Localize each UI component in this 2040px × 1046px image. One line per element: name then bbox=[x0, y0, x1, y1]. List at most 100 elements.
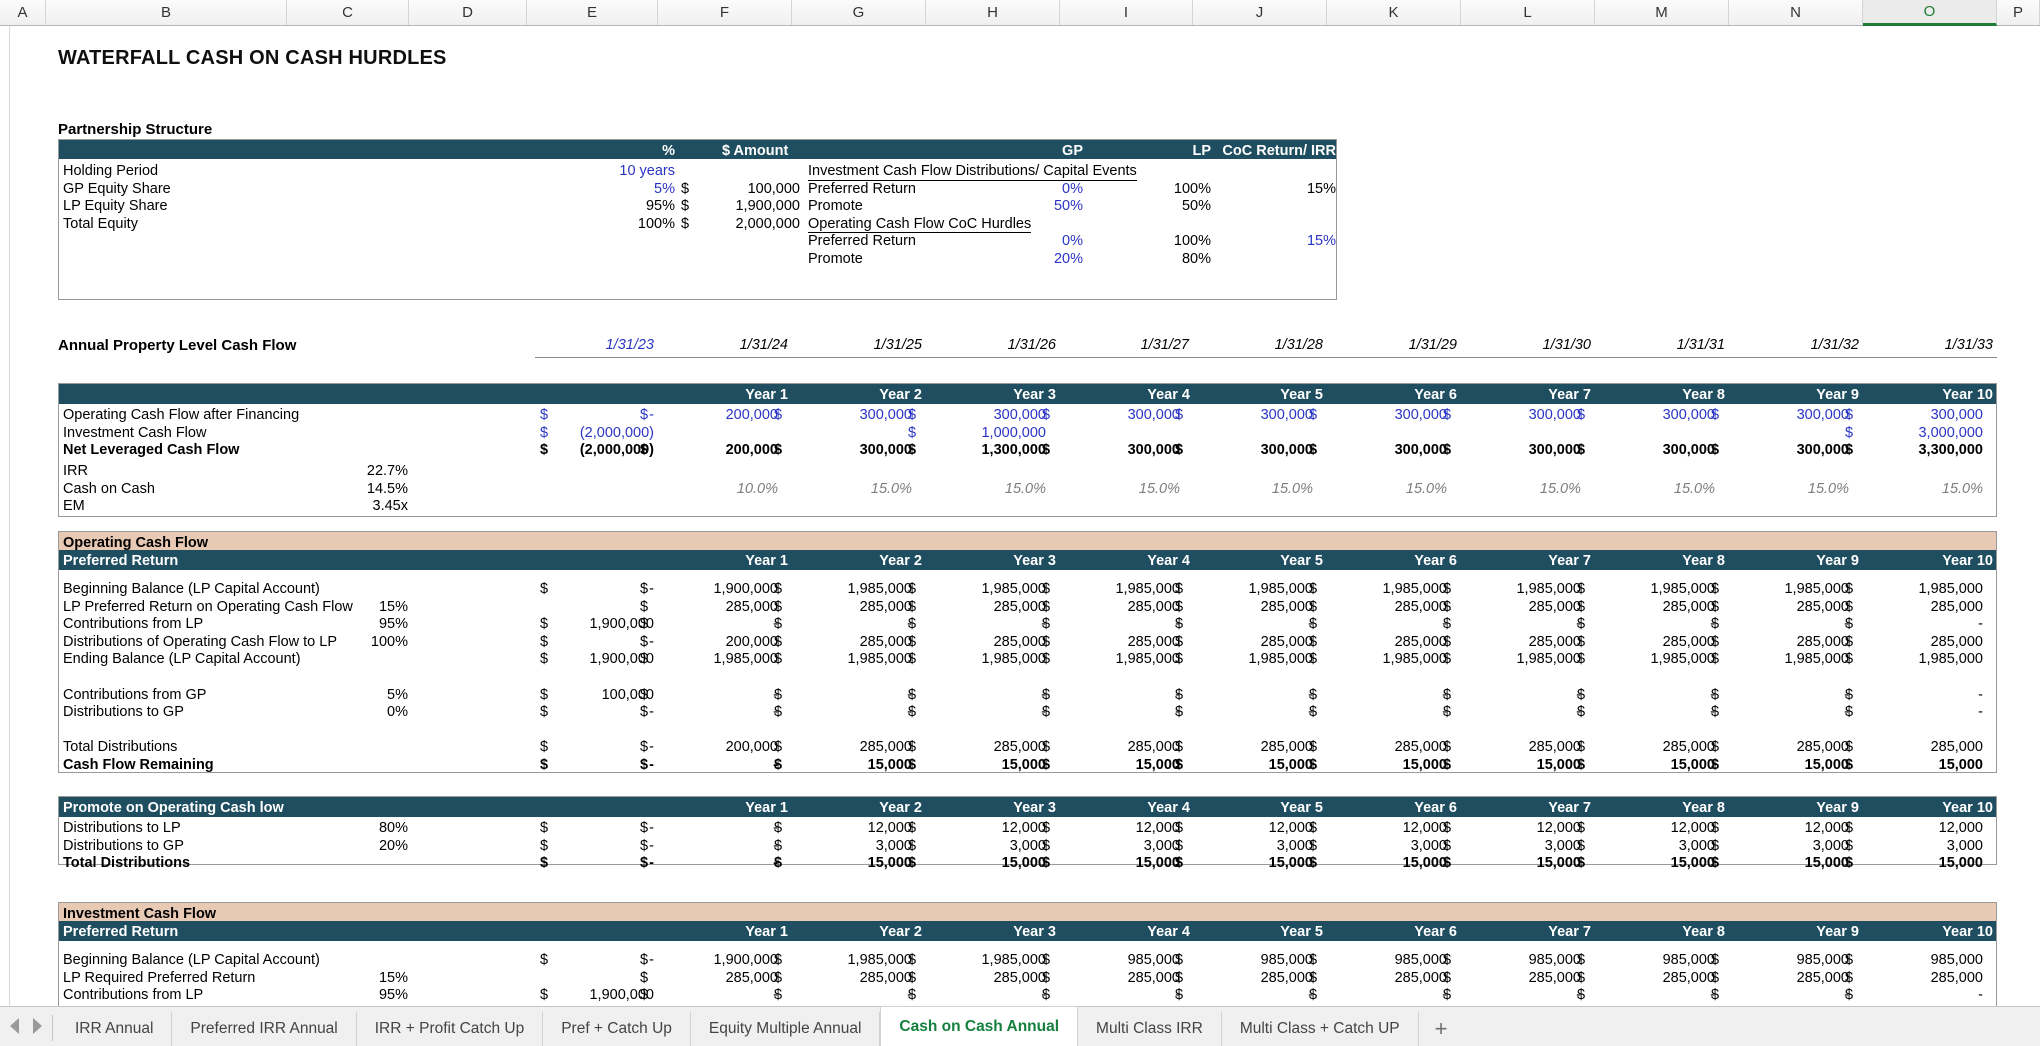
sheet-tab-multi-class-irr[interactable]: Multi Class IRR bbox=[1078, 1012, 1222, 1046]
column-header-p[interactable]: P bbox=[1997, 0, 2040, 25]
operating-cell: 1,985,000 bbox=[1248, 581, 1313, 597]
partnership-row-amount: 1,900,000 bbox=[735, 198, 800, 215]
operating-cell: - bbox=[773, 757, 778, 773]
column-header-j[interactable]: J bbox=[1193, 0, 1327, 25]
column-header-e[interactable]: E bbox=[527, 0, 658, 25]
column-header-d[interactable]: D bbox=[409, 0, 527, 25]
operating-cell: - bbox=[1978, 686, 1983, 703]
operating-year-header: Year 9 bbox=[1816, 553, 1859, 569]
cashflow-cell-currency: $ bbox=[1309, 407, 1318, 423]
sheet-tab-equity-multiple-annual[interactable]: Equity Multiple Annual bbox=[690, 1012, 881, 1046]
cashflow-cell-currency: $ bbox=[1443, 442, 1452, 459]
cashflow-cell-currency: $ bbox=[1577, 407, 1586, 423]
partnership-row-dollar: $ bbox=[681, 215, 690, 232]
operating-cell: 15,000 bbox=[1402, 757, 1447, 773]
cashflow-cell-currency: $ bbox=[1309, 442, 1318, 459]
sheet-tab-bar[interactable]: IRR Annual Preferred IRR Annual IRR + Prof… bbox=[0, 1006, 2040, 1046]
partnership-col-lp-header: LP bbox=[1192, 143, 1211, 159]
promote-cell-currency: $ bbox=[1309, 837, 1318, 854]
operating-cell-y0: 100,000 bbox=[601, 686, 654, 703]
operating-cell-currency: $ bbox=[1577, 616, 1586, 633]
cashflow-cell: 300,000 bbox=[1796, 442, 1849, 459]
operating-cashflow-banner-bar bbox=[59, 532, 1996, 550]
operating-cell-y0: - bbox=[649, 757, 654, 773]
sheet-tab-preferred-irr-annual[interactable]: Preferred IRR Annual bbox=[172, 1012, 357, 1046]
operating-row-label: Distributions to GP bbox=[63, 704, 184, 721]
investment-cell: 285,000 bbox=[859, 969, 912, 986]
column-header-h[interactable]: H bbox=[926, 0, 1060, 25]
sheet-tab-pref-catch-up[interactable]: Pref + Catch Up bbox=[543, 1012, 691, 1046]
nav-previous-sheet-icon[interactable] bbox=[10, 1018, 19, 1034]
promote-cell-currency: $ bbox=[908, 855, 917, 872]
column-header-f[interactable]: F bbox=[658, 0, 792, 25]
investment-cell: 285,000 bbox=[993, 969, 1046, 986]
promote-year-header: Year 3 bbox=[1013, 800, 1056, 816]
column-header-o[interactable]: O bbox=[1863, 0, 1997, 26]
add-sheet-button[interactable]: + bbox=[1419, 1012, 1464, 1046]
column-header-a[interactable]: A bbox=[0, 0, 46, 25]
operating-cell-currency: $ bbox=[1175, 633, 1184, 650]
cashflow-cell-currency: $ bbox=[1711, 442, 1720, 459]
operating-cell: 1,985,000 bbox=[981, 651, 1046, 668]
promote-row-label: Distributions to LP bbox=[63, 820, 181, 836]
investment-cell: - bbox=[1710, 987, 1715, 1004]
operating-cell: - bbox=[1576, 686, 1581, 703]
column-header-k[interactable]: K bbox=[1327, 0, 1461, 25]
partnership-detail-label: Investment Cash Flow Distributions/ Capi… bbox=[808, 163, 1137, 181]
operating-cell: - bbox=[907, 686, 912, 703]
operating-cell-currency: $ bbox=[1443, 581, 1452, 597]
spreadsheet-canvas[interactable]: WATERFALL CASH ON CASH HURDLES Partnersh… bbox=[0, 26, 2040, 1006]
nav-next-sheet-icon[interactable] bbox=[33, 1018, 42, 1034]
promote-cell: 12,000 bbox=[1001, 820, 1046, 836]
column-header-m[interactable]: M bbox=[1595, 0, 1729, 25]
sheet-tab-multi-class-catch-up[interactable]: Multi Class + Catch UP bbox=[1221, 1012, 1419, 1046]
sheet-tab-irr-profit-catch-up[interactable]: IRR + Profit Catch Up bbox=[356, 1012, 544, 1046]
sheet-tab-cash-on-cash-annual[interactable]: Cash on Cash Annual bbox=[880, 1006, 1079, 1046]
partnership-row-pct: 10 years bbox=[619, 163, 675, 179]
investment-cell: 285,000 bbox=[1260, 969, 1313, 986]
promote-cell: 12,000 bbox=[867, 820, 912, 836]
column-header-g[interactable]: G bbox=[792, 0, 926, 25]
cashflow-cell-currency: $ bbox=[1577, 442, 1586, 459]
investment-cell-currency: $ bbox=[908, 952, 917, 968]
operating-cell-currency: $ bbox=[908, 739, 917, 756]
operating-cell: 1,900,000 bbox=[713, 581, 778, 597]
investment-cell-currency: $ bbox=[1443, 987, 1452, 1004]
promote-year-header: Year 4 bbox=[1147, 800, 1190, 816]
operating-cell-y0: - bbox=[649, 739, 654, 756]
investment-row-label: LP Required Preferred Return bbox=[63, 969, 256, 986]
cashflow-cell: 300,000 bbox=[1394, 442, 1447, 459]
operating-cell-currency: $ bbox=[908, 757, 917, 773]
cashflow-cell: 3,000,000 bbox=[1918, 424, 1983, 441]
row-gutter bbox=[0, 26, 10, 1006]
sheet-tab-irr-annual[interactable]: IRR Annual bbox=[57, 1012, 173, 1046]
partnership-structure-label: Partnership Structure bbox=[58, 121, 213, 138]
sheet-nav-arrows[interactable] bbox=[0, 1006, 48, 1046]
cashflow-cell: 300,000 bbox=[859, 407, 912, 423]
column-header-l[interactable]: L bbox=[1461, 0, 1595, 25]
operating-cell-currency: $ bbox=[1309, 581, 1318, 597]
cashflow-cell: 300,000 bbox=[1260, 407, 1313, 423]
operating-cell-currency: $ bbox=[1443, 616, 1452, 633]
cashflow-cell-currency: $ bbox=[640, 407, 649, 423]
operating-cell-currency: $ bbox=[640, 704, 649, 721]
investment-cell-currency: $ bbox=[774, 952, 783, 968]
column-header-n[interactable]: N bbox=[1729, 0, 1863, 25]
cashflow-cell-currency: $ bbox=[774, 442, 783, 459]
promote-cell: - bbox=[773, 837, 778, 854]
operating-cell: 1,985,000 bbox=[1784, 651, 1849, 668]
operating-cell-currency: $ bbox=[1845, 757, 1854, 773]
operating-cell-currency: $ bbox=[1443, 757, 1452, 773]
operating-cell-currency: $ bbox=[1711, 686, 1720, 703]
operating-cell: - bbox=[1576, 704, 1581, 721]
cashflow-year-header: Year 9 bbox=[1816, 387, 1859, 403]
operating-cell: 1,985,000 bbox=[981, 581, 1046, 597]
operating-cell: 285,000 bbox=[1394, 598, 1447, 615]
operating-cell: 15,000 bbox=[867, 757, 912, 773]
investment-cell: 985,000 bbox=[1260, 952, 1313, 968]
column-header-c[interactable]: C bbox=[287, 0, 409, 25]
column-header-b[interactable]: B bbox=[46, 0, 287, 25]
column-header-i[interactable]: I bbox=[1060, 0, 1193, 25]
operating-cell: - bbox=[773, 616, 778, 633]
promote-cell: 3,000 bbox=[1410, 837, 1447, 854]
